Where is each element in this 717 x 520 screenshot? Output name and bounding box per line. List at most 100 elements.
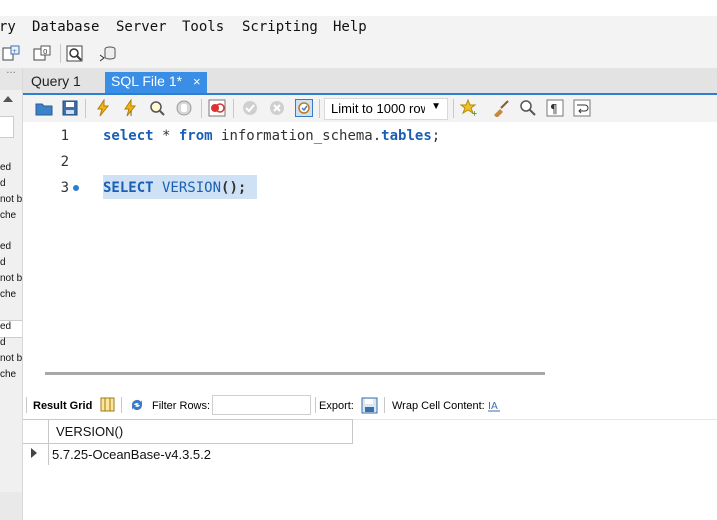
sidebar-text: che — [0, 210, 17, 221]
refresh-icon[interactable] — [129, 397, 145, 413]
execute-icon[interactable] — [94, 99, 112, 117]
menu-help[interactable]: Help — [333, 19, 367, 35]
sidebar-text: not b — [0, 273, 23, 284]
sql-keyword: select — [103, 128, 154, 144]
line-number: 3 — [60, 180, 69, 196]
sidebar-text: che — [0, 289, 17, 300]
autocommit-icon[interactable] — [295, 99, 313, 117]
inspector-icon[interactable] — [66, 45, 84, 63]
menu-server[interactable]: Server — [116, 19, 167, 35]
toolbar-separator — [453, 99, 454, 118]
sidebar-filter-input[interactable] — [0, 116, 14, 138]
table-wizard-icon[interactable]: + — [2, 45, 20, 63]
menu-bar: ry Database Server Tools Scripting Help — [0, 16, 717, 40]
sql-operator: * — [153, 128, 179, 144]
explain-icon[interactable] — [148, 99, 166, 117]
sidebar-text: not b — [0, 194, 23, 205]
toggle-error-icon[interactable] — [208, 99, 226, 117]
editor-toolbar: I Limit to 1000 rows ▼ + ¶ — [23, 95, 717, 123]
tab-strip: Query 1 SQL File 1* × — [23, 68, 717, 95]
open-folder-icon[interactable] — [35, 99, 53, 117]
commit-icon[interactable] — [241, 99, 259, 117]
result-toolbar: Result Grid Filter Rows: Export: Wrap Ce… — [23, 393, 717, 420]
svg-text:I: I — [130, 110, 132, 117]
execute-current-icon[interactable]: I — [121, 99, 139, 117]
editor-horizontal-scrollbar[interactable] — [23, 366, 717, 380]
sql-keyword: from — [178, 128, 213, 144]
close-icon[interactable]: × — [193, 74, 201, 89]
sidebar-more-icon[interactable]: ··· — [0, 68, 22, 90]
menu-scripting[interactable]: Scripting — [242, 19, 318, 35]
svg-text:IA: IA — [488, 401, 498, 412]
sql-keyword: SELECT — [103, 180, 154, 196]
limit-rows-select[interactable]: Limit to 1000 rows ▼ — [324, 98, 448, 120]
toolbar-separator — [121, 397, 122, 413]
find-icon[interactable] — [519, 99, 537, 117]
sidebar: ··· ed d not b che ed d not b che ed d n… — [0, 68, 23, 520]
beautify-icon[interactable] — [492, 99, 510, 117]
sql-terminator: (); — [221, 180, 247, 196]
main-toolbar: + 0 — [0, 40, 717, 68]
stop-icon[interactable] — [175, 99, 193, 117]
svg-text:+: + — [12, 48, 17, 55]
wrap-text-icon[interactable]: IA — [487, 398, 501, 412]
chevron-down-icon: ▼ — [425, 99, 443, 118]
row-header-gutter — [23, 420, 49, 443]
sidebar-text: ed — [0, 321, 12, 332]
save-icon[interactable] — [61, 99, 79, 117]
scrollbar-thumb[interactable] — [45, 372, 545, 375]
table-cell[interactable]: 5.7.25-OceanBase-v4.3.5.2 — [52, 447, 211, 462]
line-number: 2 — [60, 154, 69, 170]
tab-sql-file-1[interactable]: SQL File 1* × — [105, 72, 207, 93]
sql-terminator: ; — [431, 128, 441, 144]
result-grid: VERSION() 5.7.25-OceanBase-v4.3.5.2 — [23, 419, 353, 467]
top-strip — [0, 0, 717, 16]
menu-database[interactable]: Database — [32, 19, 99, 35]
rollback-icon[interactable] — [268, 99, 286, 117]
word-wrap-icon[interactable] — [573, 99, 591, 117]
sidebar-text: not b — [0, 353, 23, 364]
statement-marker-icon — [73, 185, 79, 191]
sql-keyword: tables — [381, 128, 432, 144]
toolbar-separator — [60, 44, 61, 63]
sidebar-text: d — [0, 178, 6, 189]
sidebar-text: d — [0, 337, 6, 348]
filter-rows-input[interactable] — [212, 395, 311, 415]
view-add-icon[interactable]: 0 — [33, 45, 51, 63]
table-row[interactable]: 5.7.25-OceanBase-v4.3.5.2 — [23, 443, 353, 465]
add-snippet-icon[interactable]: + — [460, 99, 478, 117]
code-line-1: select * from information_schema.tables; — [103, 128, 440, 144]
current-row-arrow-icon — [31, 448, 37, 458]
sidebar-collapse-icon[interactable] — [3, 96, 13, 102]
sidebar-bottom-panel — [0, 492, 22, 520]
sidebar-text: ed — [0, 241, 12, 252]
database-reconnect-icon[interactable] — [99, 45, 117, 63]
row-header-gutter — [23, 443, 49, 465]
toolbar-separator — [201, 99, 202, 118]
column-header[interactable]: VERSION() — [56, 424, 123, 439]
export-label: Export: — [319, 400, 354, 412]
toolbar-separator — [384, 397, 385, 413]
toolbar-separator — [233, 99, 234, 118]
sql-function: VERSION — [153, 180, 222, 196]
toolbar-separator — [26, 397, 27, 413]
menu-tools[interactable]: Tools — [182, 19, 224, 35]
tab-query-1[interactable]: Query 1 — [31, 73, 81, 93]
sidebar-text: ed — [0, 162, 12, 173]
export-icon[interactable] — [361, 397, 378, 414]
invisible-chars-icon[interactable]: ¶ — [546, 99, 564, 117]
wrap-cell-label: Wrap Cell Content: — [392, 400, 485, 412]
sidebar-text: che — [0, 369, 17, 380]
tab-label: SQL File 1* — [111, 73, 183, 89]
result-grid-tab[interactable]: Result Grid — [33, 400, 92, 412]
sql-identifier: information_schema. — [212, 128, 382, 144]
svg-text:¶: ¶ — [550, 102, 558, 116]
menu-query[interactable]: ry — [0, 19, 16, 35]
filter-rows-label: Filter Rows: — [152, 400, 211, 412]
grid-layout-icon[interactable] — [100, 397, 115, 412]
code-line-3: SELECT VERSION(); — [103, 180, 246, 196]
line-number: 1 — [60, 128, 69, 144]
sql-editor[interactable]: 1 2 3 select * from information_schema.t… — [23, 122, 717, 366]
sidebar-text: d — [0, 257, 6, 268]
svg-text:+: + — [471, 109, 478, 117]
